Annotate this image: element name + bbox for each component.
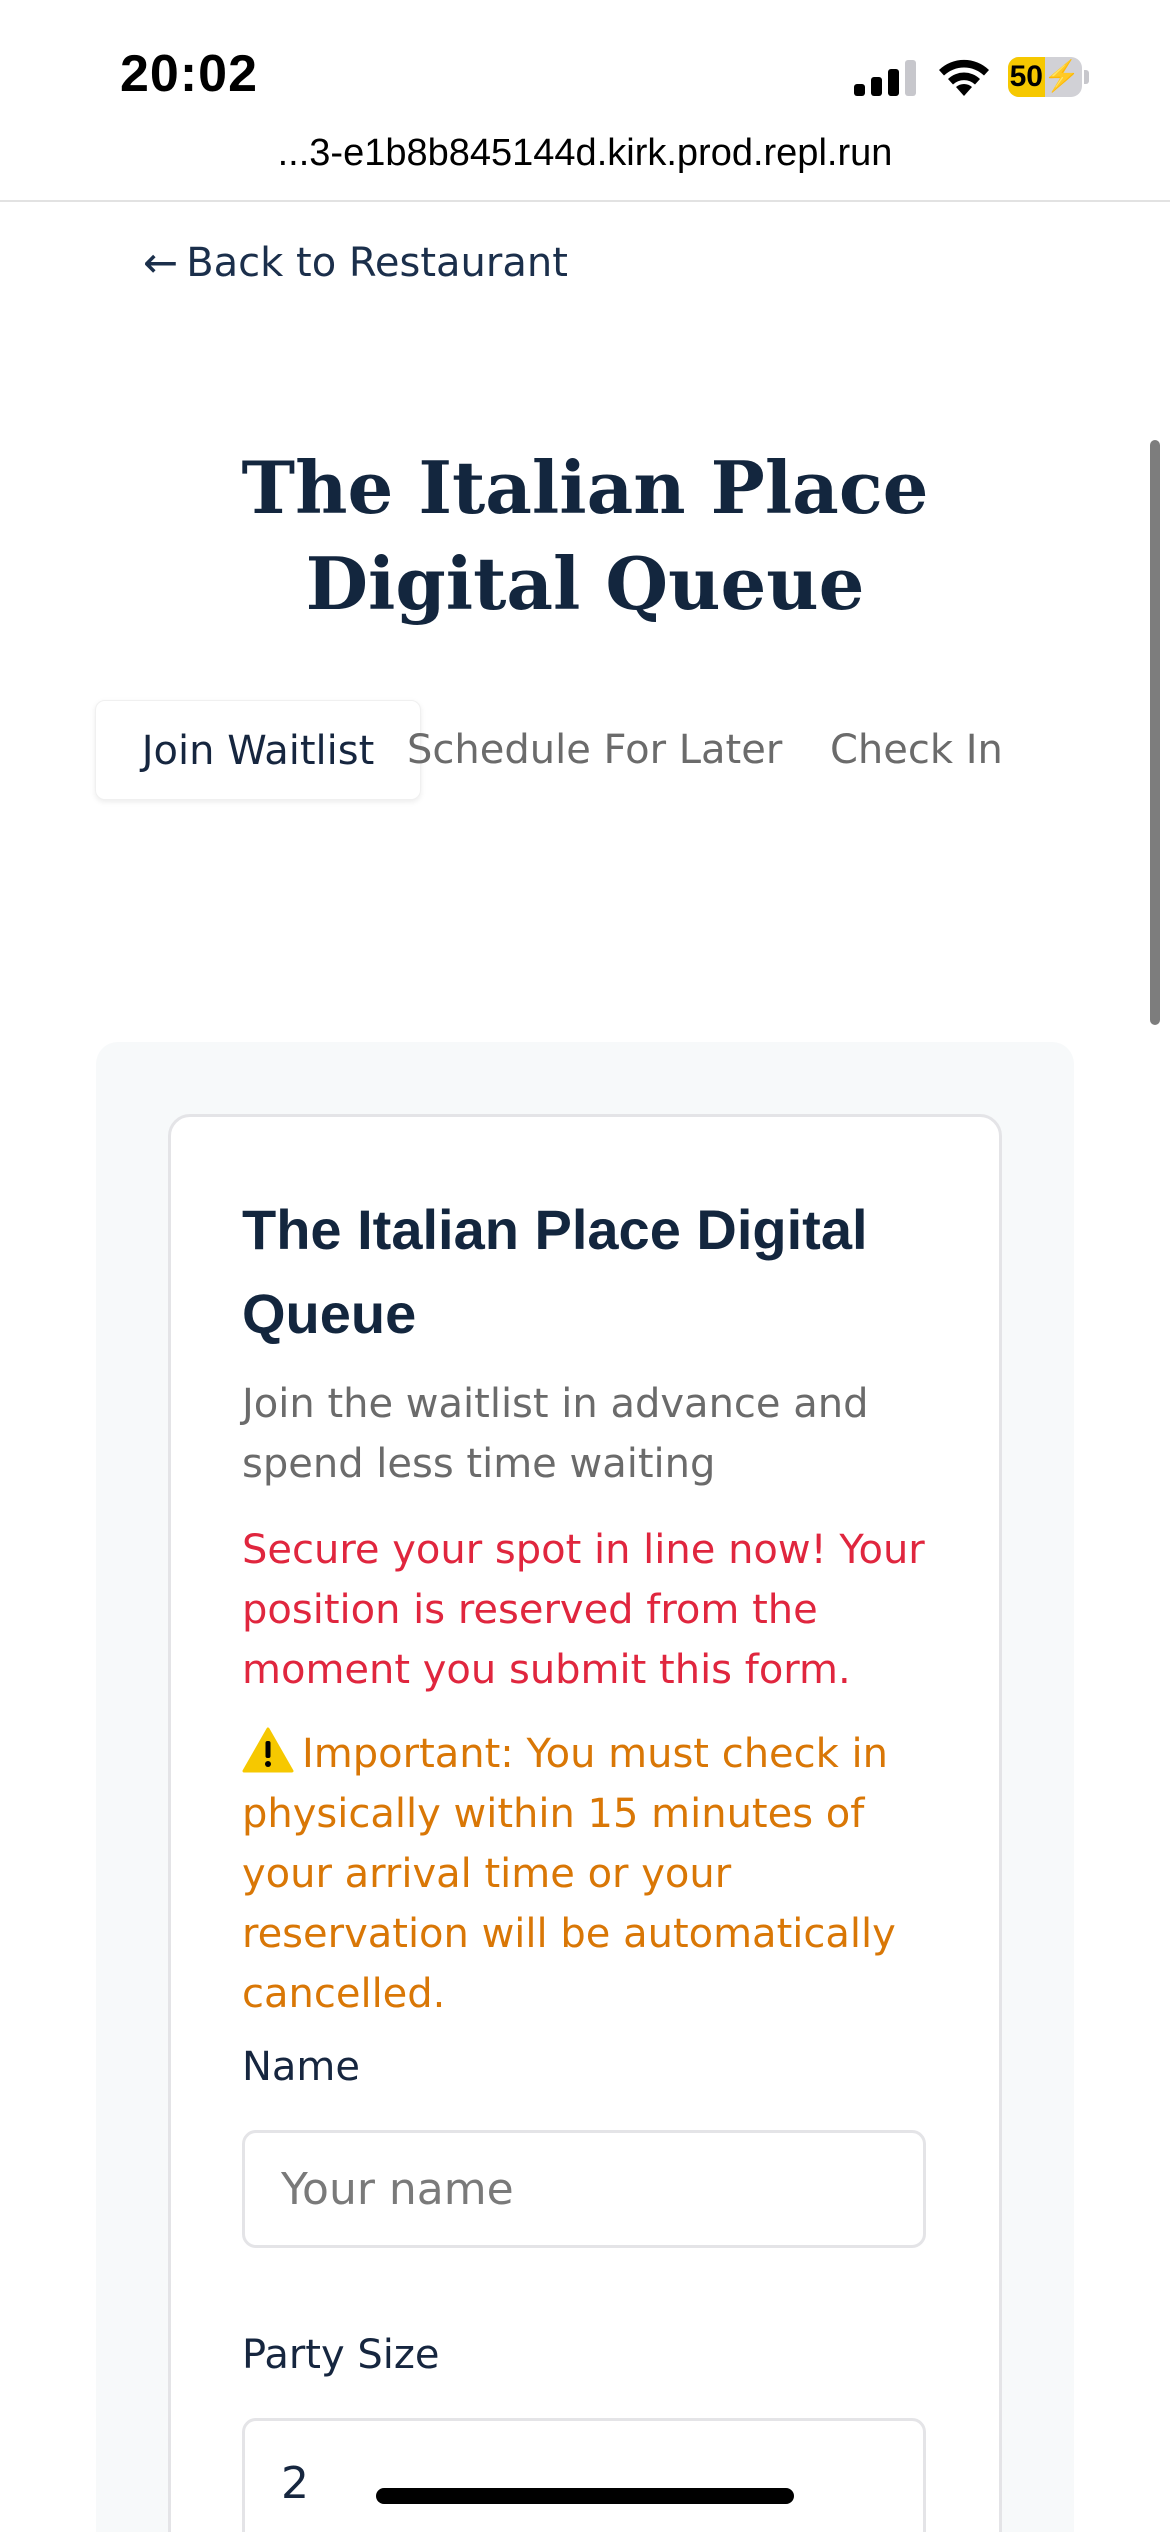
name-input[interactable] [242,2130,926,2248]
signal-icon [854,60,916,96]
divider [0,200,1170,202]
arrow-left-icon: ← [143,238,179,287]
status-time: 20:02 [120,45,258,103]
reservation-notice: Secure your spot in line now! Your posit… [242,1527,925,1693]
status-bar: 20:02 50⚡ [0,0,1170,140]
battery-percent: 50 [1009,60,1043,93]
page-title: The Italian Place Digital Queue [241,445,929,626]
tab-bar: Join Waitlist Schedule For Later Check I… [95,700,1075,805]
back-to-restaurant-link[interactable]: ← Back to Restaurant [143,238,568,287]
home-indicator[interactable] [376,2488,794,2504]
url-bar[interactable]: ...3-e1b8b845144d.kirk.prod.repl.run [0,132,1170,175]
party-size-input[interactable] [242,2418,926,2532]
battery-charging-icon: 50⚡ [1008,57,1089,97]
tab-check-in[interactable]: Check In [830,700,1003,800]
scrollbar[interactable] [1150,440,1160,1025]
warning-icon [242,1727,294,1773]
tab-schedule-for-later[interactable]: Schedule For Later [407,700,782,800]
card-title: The Italian Place Digital Queue [242,1198,868,1345]
warning-text: Important: You must check in physically … [242,1731,896,2017]
wifi-icon [939,59,989,96]
tab-join-waitlist[interactable]: Join Waitlist [95,700,421,800]
party-size-label: Party Size [242,2332,440,2378]
name-label: Name [242,2044,361,2090]
card-subtitle: Join the waitlist in advance and spend l… [242,1381,869,1487]
back-link-label: Back to Restaurant [186,239,568,286]
charging-bolt-icon: ⚡ [1043,60,1081,93]
check-in-warning: Important: You must check in physically … [242,1724,942,2024]
